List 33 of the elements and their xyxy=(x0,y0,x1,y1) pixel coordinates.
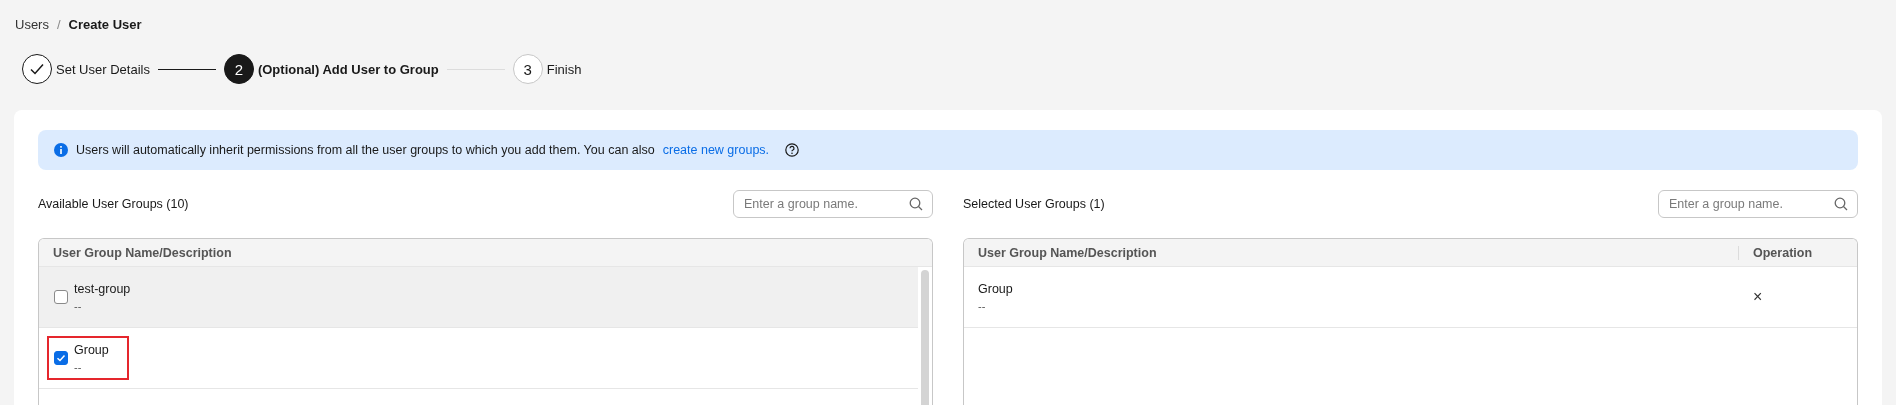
step-number: 3 xyxy=(512,54,543,84)
search-field[interactable]: Enter a group name. xyxy=(1658,190,1858,218)
create-groups-link[interactable]: create new groups. xyxy=(662,143,770,157)
help-icon[interactable] xyxy=(785,143,800,157)
remove-button[interactable]: × xyxy=(1739,288,1843,306)
column-header: User Group Name/Description xyxy=(977,245,1158,260)
step-label: (Optional) Add User to Group xyxy=(257,61,439,77)
search-icon[interactable] xyxy=(909,197,923,211)
breadcrumb-separator: / xyxy=(56,16,61,32)
group-name: Group xyxy=(74,343,109,357)
checkbox[interactable] xyxy=(54,290,68,304)
column-header: Operation xyxy=(1738,245,1857,260)
breadcrumb-item[interactable]: Users xyxy=(15,16,49,32)
group-name: Group xyxy=(978,282,1014,296)
group-name: test-group xyxy=(74,282,131,296)
section-title: Selected User Groups (1) xyxy=(963,197,1105,211)
search-icon[interactable] xyxy=(1834,197,1848,211)
step-label: Set User Details xyxy=(56,61,150,77)
group-description: -- xyxy=(978,300,987,312)
scrollbar[interactable] xyxy=(921,270,929,405)
checkbox[interactable] xyxy=(54,351,68,365)
breadcrumb-item: Create User xyxy=(68,16,142,32)
step-number: 2 xyxy=(223,54,254,84)
info-text: Users will automatically inherit permissions from all the user groups to which you add them. You can also xyxy=(76,143,655,157)
search-field[interactable]: Enter a group name. xyxy=(733,190,933,218)
checkmark-icon xyxy=(56,353,66,363)
table-row[interactable]: test-group -- xyxy=(39,267,918,328)
info-icon xyxy=(54,143,68,157)
group-description: -- xyxy=(74,361,83,373)
group-description: -- xyxy=(74,300,83,312)
step-label: Finish xyxy=(546,61,582,77)
column-header: User Group Name/Description xyxy=(52,245,233,260)
section-title: Available User Groups (10) xyxy=(38,197,189,211)
